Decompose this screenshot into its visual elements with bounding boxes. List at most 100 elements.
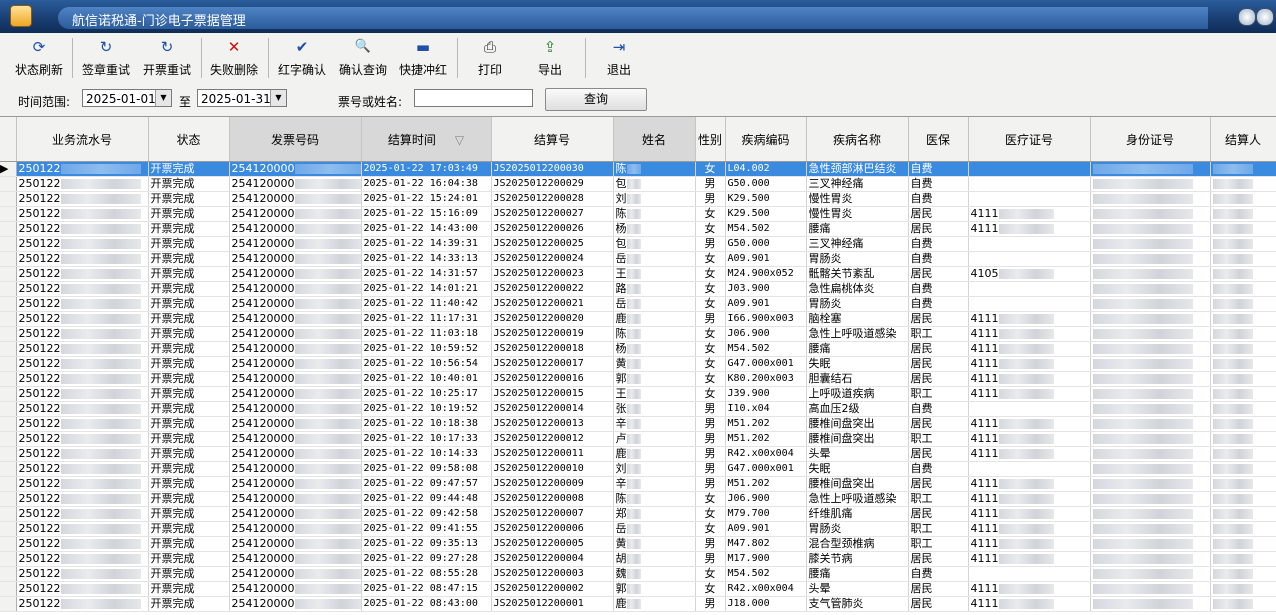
row-indicator[interactable]	[0, 401, 17, 417]
print-button[interactable]: ⎙ 打印	[468, 37, 512, 81]
table-row[interactable]: ▶ 250122 开票完成 254120000 2025-01-22 17:03:49 J…	[0, 161, 1276, 177]
table-row[interactable]: 250122 开票完成 254120000 2025-01-22 11:17:31 JS…	[0, 311, 1276, 327]
row-indicator[interactable]	[0, 191, 17, 207]
row-indicator[interactable]	[0, 311, 17, 327]
column-header[interactable]: 姓名	[613, 117, 696, 162]
row-indicator[interactable]	[0, 281, 17, 297]
column-header-sorted[interactable]: 结算时间 ▽	[361, 117, 492, 162]
column-header[interactable]: 性别	[695, 117, 726, 162]
column-header[interactable]: 疾病编码	[725, 117, 807, 162]
delete-failed-button[interactable]: ✕ 失败删除	[207, 37, 261, 81]
document-search-icon: 🔍	[354, 39, 372, 54]
table-row[interactable]: 250122 开票完成 254120000 2025-01-22 10:40:01 JS…	[0, 371, 1276, 387]
chevron-down-icon[interactable]: ▼	[270, 90, 286, 106]
column-header[interactable]: 结算人	[1210, 117, 1276, 162]
row-indicator[interactable]	[0, 506, 17, 522]
table-row[interactable]: 250122 开票完成 254120000 2025-01-22 09:41:55 JS…	[0, 521, 1276, 537]
row-indicator[interactable]	[0, 596, 17, 612]
invoice-retry-button[interactable]: ↻ 开票重试	[140, 37, 194, 81]
table-row[interactable]: 250122 开票完成 254120000 2025-01-22 10:14:33 JS…	[0, 446, 1276, 462]
column-header[interactable]: 医保	[908, 117, 969, 162]
row-indicator[interactable]	[0, 566, 17, 582]
table-row[interactable]: 250122 开票完成 254120000 2025-01-22 09:42:58 JS…	[0, 506, 1276, 522]
cell-text: 250122	[18, 492, 61, 505]
table-row[interactable]: 250122 开票完成 254120000 2025-01-22 10:25:17 JS…	[0, 386, 1276, 402]
row-indicator[interactable]	[0, 371, 17, 387]
row-indicator[interactable]	[0, 461, 17, 477]
red-confirm-button[interactable]: ✔ 红字确认	[275, 37, 329, 81]
table-row[interactable]: 250122 开票完成 254120000 2025-01-22 11:40:42 JS…	[0, 296, 1276, 312]
row-indicator[interactable]	[0, 176, 17, 192]
row-indicator[interactable]	[0, 206, 17, 222]
minimize-icon[interactable]	[1238, 8, 1256, 26]
table-row[interactable]: 250122 开票完成 254120000 2025-01-22 10:17:33 JS…	[0, 431, 1276, 447]
ticket-or-name-input[interactable]	[414, 89, 533, 107]
table-row[interactable]: 250122 开票完成 254120000 2025-01-22 10:19:52 JS…	[0, 401, 1276, 417]
row-indicator[interactable]	[0, 536, 17, 552]
row-indicator[interactable]	[0, 431, 17, 447]
table-row[interactable]: 250122 开票完成 254120000 2025-01-22 09:27:28 JS…	[0, 551, 1276, 567]
refresh-status-button[interactable]: ⟳ 状态刷新	[12, 37, 66, 81]
table-row[interactable]: 250122 开票完成 254120000 2025-01-22 11:03:18 JS…	[0, 326, 1276, 342]
row-indicator[interactable]	[0, 446, 17, 462]
row-indicator[interactable]	[0, 341, 17, 357]
row-indicator[interactable]	[0, 386, 17, 402]
table-row[interactable]: 250122 开票完成 254120000 2025-01-22 14:01:21 JS…	[0, 281, 1276, 297]
table-row[interactable]: 250122 开票完成 254120000 2025-01-22 16:04:38 JS…	[0, 176, 1276, 192]
table-row[interactable]: 250122 开票完成 254120000 2025-01-22 14:33:13 JS…	[0, 251, 1276, 267]
row-indicator[interactable]	[0, 476, 17, 492]
row-indicator[interactable]	[0, 266, 17, 282]
row-indicator[interactable]	[0, 491, 17, 507]
column-header[interactable]: 业务流水号	[16, 117, 149, 162]
column-header[interactable]: 身份证号	[1090, 117, 1211, 162]
date-to-picker[interactable]: 2025-01-31 ▼	[197, 89, 287, 107]
export-icon: ⇪	[543, 38, 557, 56]
table-row[interactable]: 250122 开票完成 254120000 2025-01-22 09:58:08 JS…	[0, 461, 1276, 477]
row-indicator[interactable]: ▶	[0, 161, 17, 177]
quick-reverse-button[interactable]: ▬ 快捷冲红	[396, 37, 450, 81]
column-header[interactable]: 发票号码	[229, 117, 362, 162]
table-row[interactable]: 250122 开票完成 254120000 2025-01-22 14:39:31 JS…	[0, 236, 1276, 252]
table-row[interactable]: 250122 开票完成 254120000 2025-01-22 09:44:48 JS…	[0, 491, 1276, 507]
row-indicator[interactable]	[0, 416, 17, 432]
table-row[interactable]: 250122 开票完成 254120000 2025-01-22 15:24:01 JS…	[0, 191, 1276, 207]
confirm-query-button[interactable]: 🔍 确认查询	[336, 37, 390, 81]
table-row[interactable]: 250122 开票完成 254120000 2025-01-22 10:18:38 JS…	[0, 416, 1276, 432]
close-icon[interactable]	[1256, 8, 1274, 26]
column-header[interactable]: 疾病名称	[806, 117, 909, 162]
table-row[interactable]: 250122 开票完成 254120000 2025-01-22 09:47:57 JS…	[0, 476, 1276, 492]
table-row[interactable]: 250122 开票完成 254120000 2025-01-22 14:43:00 JS…	[0, 221, 1276, 237]
settler-cell	[1210, 446, 1276, 462]
invoice-number-cell: 254120000	[229, 266, 362, 282]
row-indicator[interactable]	[0, 236, 17, 252]
exit-button[interactable]: ⇥ 退出	[597, 37, 641, 81]
row-indicator[interactable]	[0, 521, 17, 537]
row-indicator[interactable]	[0, 251, 17, 267]
row-indicator[interactable]	[0, 551, 17, 567]
column-header[interactable]: 状态	[148, 117, 230, 162]
table-row[interactable]: 250122 开票完成 254120000 2025-01-22 08:55:28 JS…	[0, 566, 1276, 582]
id-number-cell	[1090, 356, 1211, 372]
table-row[interactable]: 250122 开票完成 254120000 2025-01-22 09:35:13 JS…	[0, 536, 1276, 552]
table-row[interactable]: 250122 开票完成 254120000 2025-01-22 08:47:15 JS…	[0, 581, 1276, 597]
table-row[interactable]: 250122 开票完成 254120000 2025-01-22 08:43:00 JS…	[0, 596, 1276, 612]
row-indicator[interactable]	[0, 326, 17, 342]
chevron-down-icon[interactable]: ▼	[155, 90, 171, 106]
query-button[interactable]: 查询	[545, 88, 647, 111]
cell-text: J39.900	[727, 388, 770, 399]
table-row[interactable]: 250122 开票完成 254120000 2025-01-22 10:59:52 JS…	[0, 341, 1276, 357]
row-indicator[interactable]	[0, 581, 17, 597]
row-indicator[interactable]	[0, 296, 17, 312]
row-indicator[interactable]	[0, 221, 17, 237]
table-row[interactable]: 250122 开票完成 254120000 2025-01-22 15:16:09 JS…	[0, 206, 1276, 222]
column-header[interactable]: 医疗证号	[968, 117, 1091, 162]
cell-text: 职工	[910, 537, 933, 550]
table-row[interactable]: 250122 开票完成 254120000 2025-01-22 14:31:57 JS…	[0, 266, 1276, 282]
date-from-picker[interactable]: 2025-01-01 ▼	[82, 89, 172, 107]
disease-code-cell: M54.502	[725, 341, 807, 357]
table-row[interactable]: 250122 开票完成 254120000 2025-01-22 10:56:54 JS…	[0, 356, 1276, 372]
export-button[interactable]: ⇪ 导出	[528, 37, 572, 81]
row-indicator[interactable]	[0, 356, 17, 372]
column-header[interactable]: 结算号	[491, 117, 614, 162]
signature-retry-button[interactable]: ↻ 签章重试	[79, 37, 133, 81]
